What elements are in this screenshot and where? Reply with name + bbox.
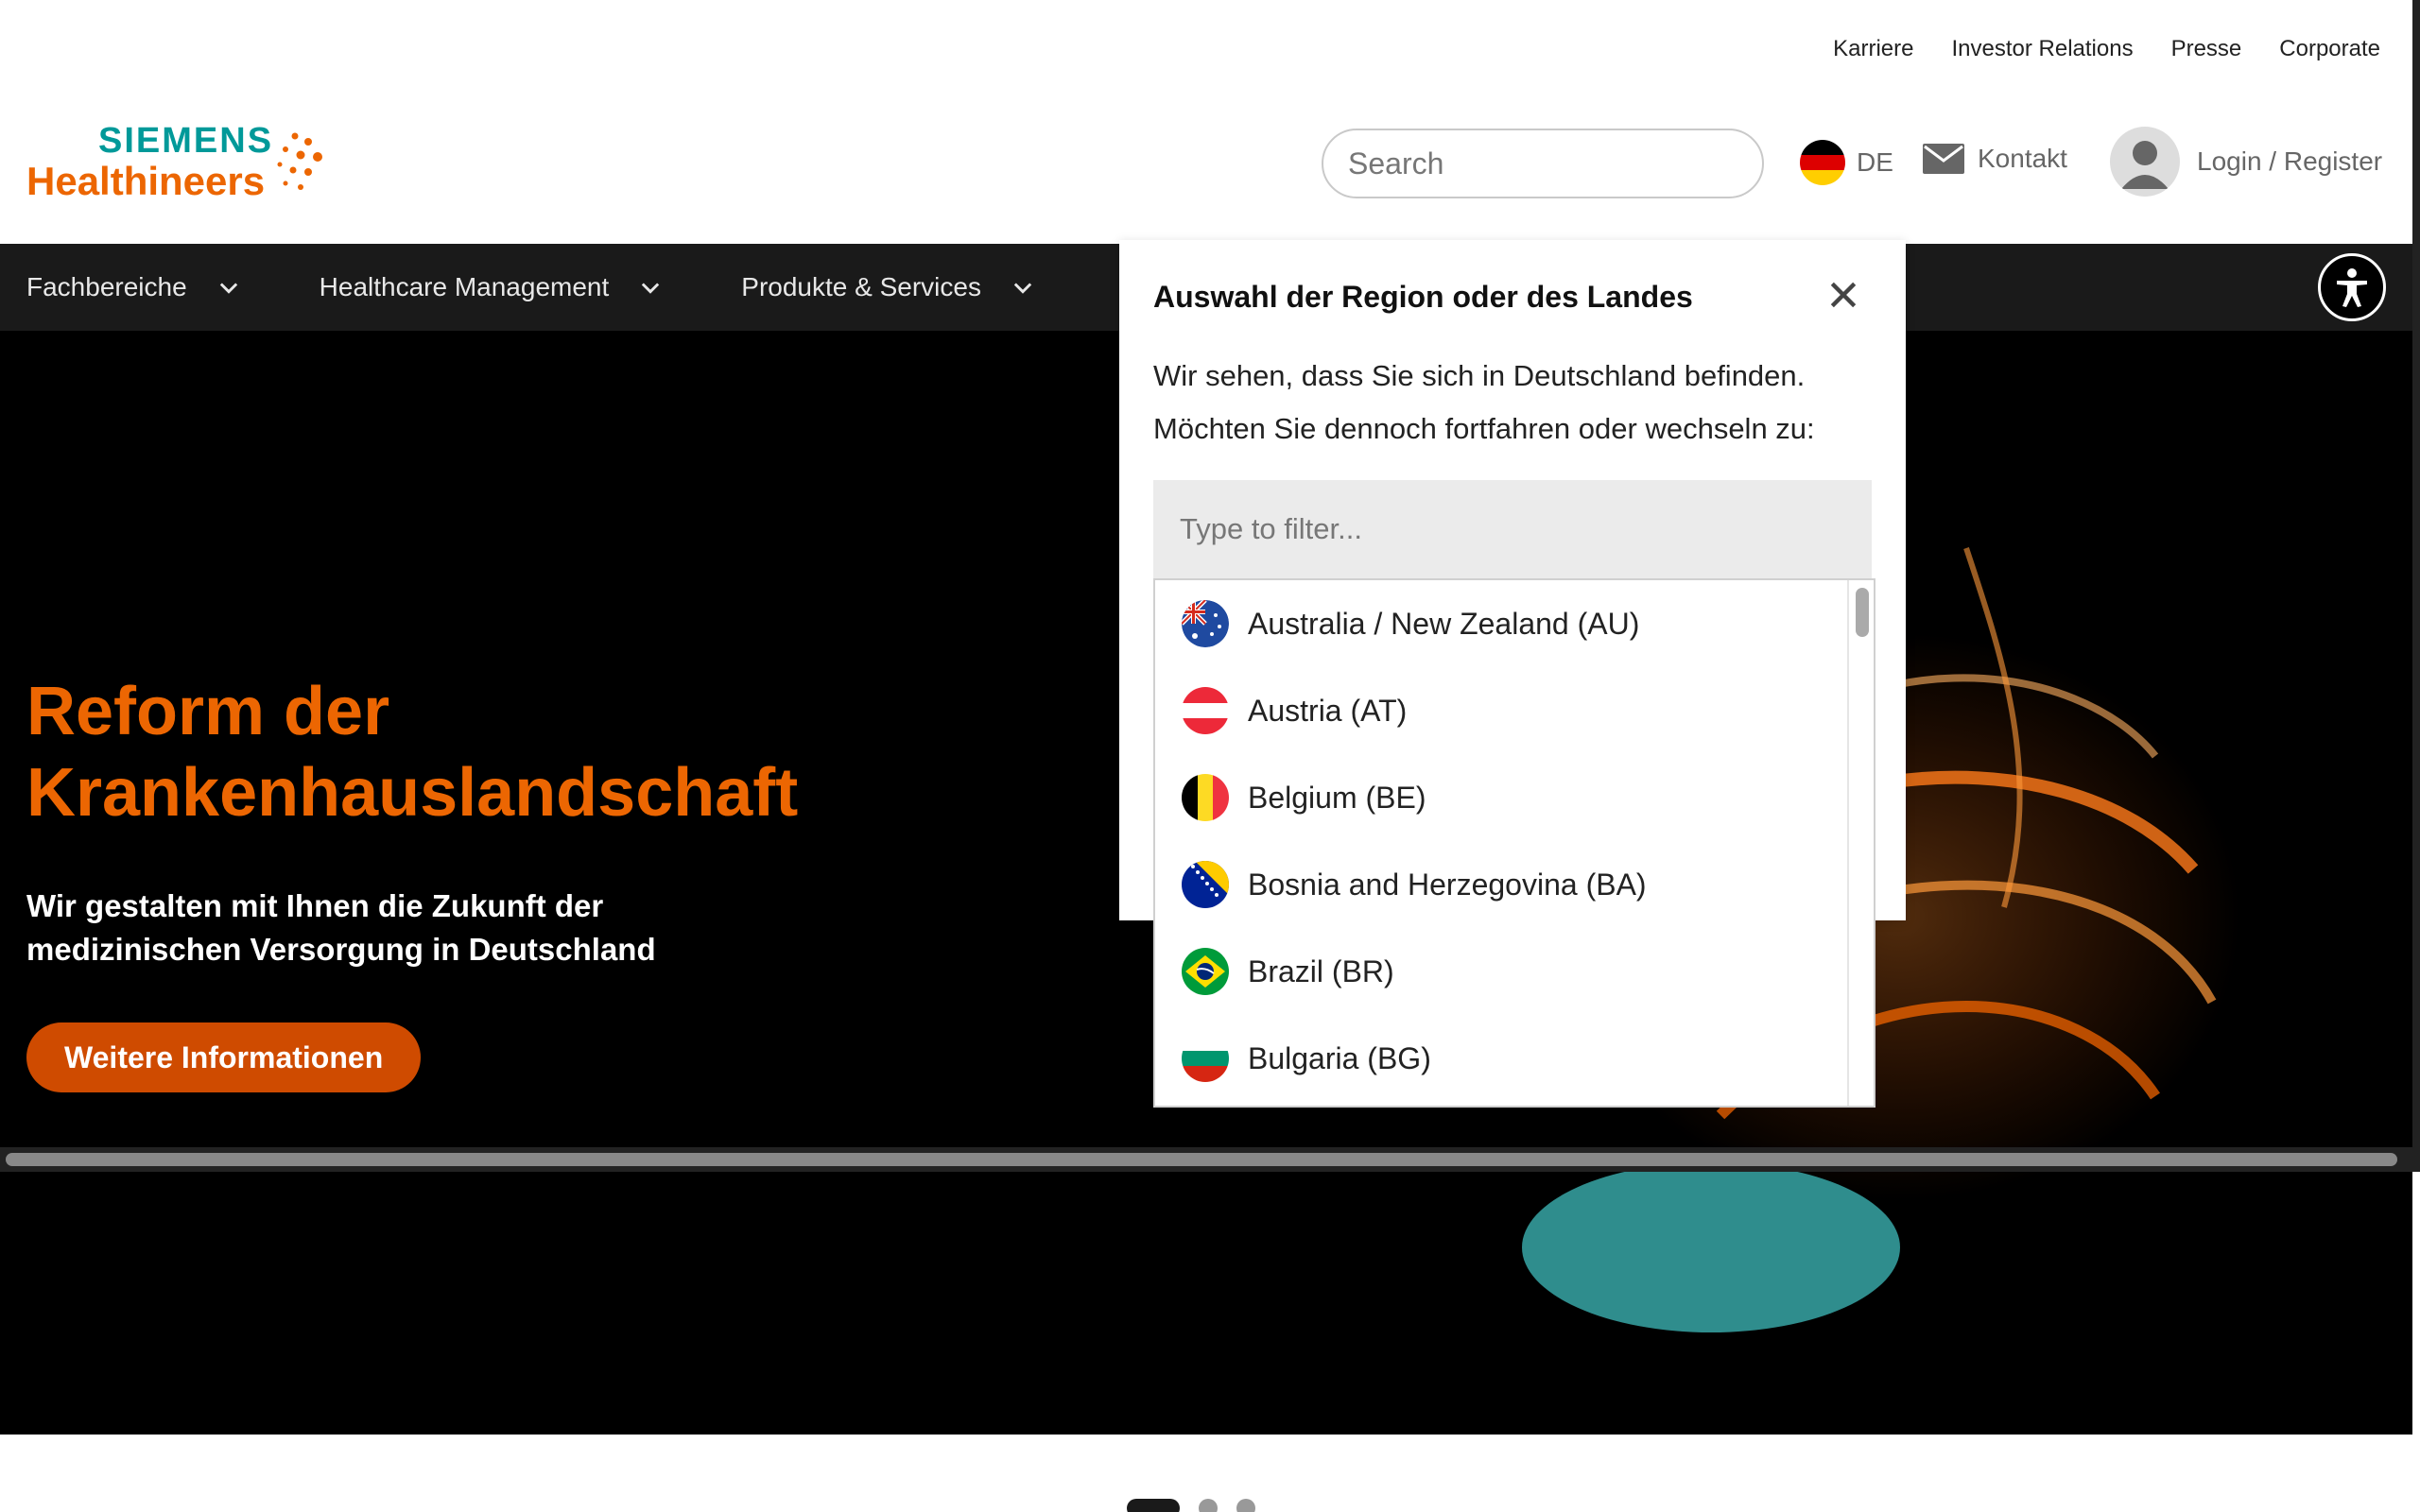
country-item-br[interactable]: Brazil (BR) xyxy=(1155,928,1874,1015)
utility-link-corporate[interactable]: Corporate xyxy=(2279,36,2380,62)
austria-flag-icon xyxy=(1182,687,1229,734)
country-filter-input[interactable] xyxy=(1153,480,1872,578)
login-link[interactable]: Login / Register xyxy=(2110,127,2382,197)
hero-subtitle: Wir gestalten mit Ihnen die Zukunft der … xyxy=(26,888,656,967)
country-name: Belgium (BE) xyxy=(1248,780,1426,815)
country-item-ba[interactable]: Bosnia and Herzegovina (BA) xyxy=(1155,841,1874,928)
chevron-down-icon xyxy=(1013,283,1032,294)
logo-dots-icon xyxy=(277,132,322,190)
carousel-dot-2[interactable] xyxy=(1199,1499,1218,1512)
search-box xyxy=(1322,129,1764,198)
popover-title: Auswahl der Region oder des Landes xyxy=(1153,280,1693,314)
chevron-down-icon xyxy=(642,283,660,294)
bosnia-flag-icon xyxy=(1182,861,1229,908)
siemens-healthineers-logo[interactable]: SIEMENS Healthineers xyxy=(26,121,329,206)
brazil-flag-icon xyxy=(1182,948,1229,995)
close-icon[interactable] xyxy=(1824,276,1862,314)
envelope-icon xyxy=(1923,144,1964,174)
country-list-scrollbar[interactable] xyxy=(1847,580,1874,1106)
utility-link-presse[interactable]: Presse xyxy=(2171,36,2242,62)
contact-label: Kontakt xyxy=(1978,144,2067,173)
belgium-flag-icon xyxy=(1182,774,1229,821)
carousel-dot-1[interactable] xyxy=(1127,1499,1180,1512)
bulgaria-flag-icon xyxy=(1182,1035,1229,1082)
carousel-dot-3[interactable] xyxy=(1236,1499,1255,1512)
nav-item-fachbereiche[interactable]: Fachbereiche xyxy=(26,272,242,302)
search-input[interactable] xyxy=(1348,146,1745,181)
horizontal-scrollbar-thumb[interactable] xyxy=(6,1153,2397,1166)
contact-link[interactable]: Kontakt xyxy=(1923,144,2067,174)
country-name: Bosnia and Herzegovina (BA) xyxy=(1248,867,1647,902)
country-name: Australia / New Zealand (AU) xyxy=(1248,606,1640,641)
chevron-down-icon xyxy=(219,283,237,294)
more-info-button[interactable]: Weitere Informationen xyxy=(26,1022,422,1092)
login-label: Login / Register xyxy=(2197,146,2383,176)
carousel-pagination xyxy=(1127,1499,1255,1512)
country-item-be[interactable]: Belgium (BE) xyxy=(1155,754,1874,841)
germany-flag-icon xyxy=(1800,140,1845,185)
accessibility-icon xyxy=(2337,268,2367,307)
vertical-scrollbar[interactable] xyxy=(2412,0,2420,1172)
nav-item-produkte-services[interactable]: Produkte & Services xyxy=(741,272,1036,302)
country-name: Brazil (BR) xyxy=(1248,954,1394,988)
country-item-at[interactable]: Austria (AT) xyxy=(1155,667,1874,754)
logo-wordmark-healthineers: Healthineers xyxy=(26,159,266,203)
nav-item-label: Healthcare Management xyxy=(319,272,610,301)
australia-flag-icon xyxy=(1182,600,1229,647)
nav-item-healthcare-management[interactable]: Healthcare Management xyxy=(320,272,665,302)
utility-link-karriere[interactable]: Karriere xyxy=(1833,36,1913,62)
nav-item-label: Fachbereiche xyxy=(26,272,187,301)
country-item-bg[interactable]: Bulgaria (BG) xyxy=(1155,1015,1874,1102)
language-code: DE xyxy=(1857,147,1893,177)
country-list-scrollbar-thumb[interactable] xyxy=(1856,588,1869,637)
nav-item-label: Produkte & Services xyxy=(741,272,981,301)
popover-message: Wir sehen, dass Sie sich in Deutschland … xyxy=(1153,359,1815,445)
country-item-au[interactable]: Australia / New Zealand (AU) xyxy=(1155,580,1874,667)
utility-link-investor-relations[interactable]: Investor Relations xyxy=(1951,36,2133,62)
country-name: Bulgaria (BG) xyxy=(1248,1040,1431,1075)
country-list: Australia / New Zealand (AU) Austria (AT… xyxy=(1153,578,1876,1108)
country-name: Austria (AT) xyxy=(1248,693,1408,728)
utility-nav: Karriere Investor Relations Presse Corpo… xyxy=(1833,36,2380,62)
horizontal-scrollbar[interactable] xyxy=(0,1147,2412,1172)
logo-wordmark-siemens: SIEMENS xyxy=(98,121,274,161)
hero-title: Reform der Krankenhauslandschaft xyxy=(26,674,799,831)
language-selector[interactable]: DE xyxy=(1800,140,1893,185)
user-avatar-icon xyxy=(2110,127,2180,197)
accessibility-button[interactable] xyxy=(2318,253,2386,321)
